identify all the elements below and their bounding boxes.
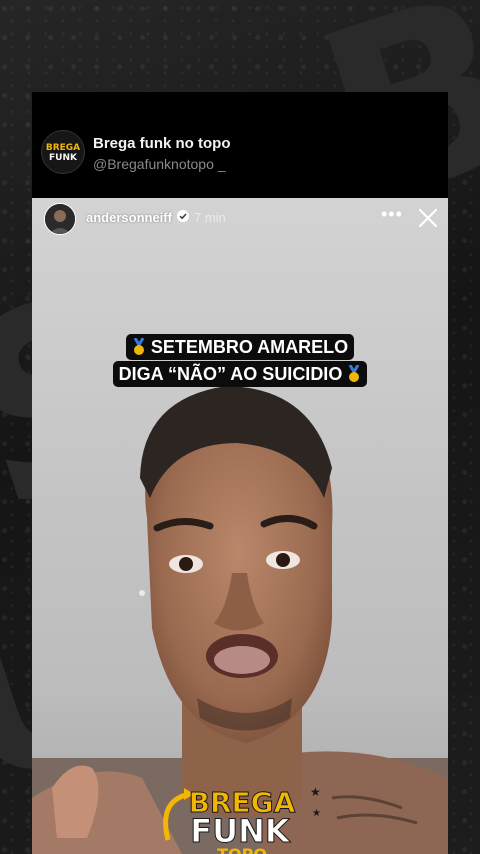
caption-line-1: SETEMBRO AMARELO: [32, 334, 448, 360]
caption-line-2: DIGA “NÃO” AO SUICIDIO: [32, 361, 448, 387]
verified-badge-icon: [177, 210, 189, 222]
story-username[interactable]: andersonneiff: [86, 210, 172, 225]
post-header: BREGA FUNK Brega funk no topo @Bregafunk…: [32, 92, 448, 198]
channel-name[interactable]: Brega funk no topo: [93, 135, 231, 152]
story-time: 7 min: [194, 210, 226, 225]
story-user-avatar[interactable]: [44, 203, 76, 235]
caption-text-2: DIGA “NÃO” AO SUICIDIO: [118, 364, 343, 384]
gold-medal-icon: [349, 365, 360, 382]
caption-text-1: SETEMBRO AMARELO: [150, 337, 349, 357]
channel-avatar-text-2: FUNK: [49, 153, 78, 163]
close-icon[interactable]: [416, 206, 440, 230]
story-viewer[interactable]: andersonneiff 7 min ••• SETEMBRO AMARELO…: [32, 198, 448, 854]
person-video-frame: [32, 386, 448, 854]
brega-funk-logo-icon: BREGA FUNK: [43, 132, 83, 172]
logo-line-3: TOPO: [217, 845, 267, 854]
logo-star-icon: ★: [310, 785, 321, 799]
channel-avatar[interactable]: BREGA FUNK: [41, 130, 85, 174]
more-options-icon[interactable]: •••: [381, 205, 402, 227]
gold-medal-icon: [133, 338, 145, 355]
channel-handle[interactable]: @Bregafunknotopo _: [93, 156, 226, 172]
brega-funk-watermark-logo: BREGA FUNK TOPO ★ ★: [163, 785, 321, 854]
channel-avatar-text-1: BREGA: [46, 143, 80, 153]
logo-star-icon: ★: [312, 808, 321, 819]
user-avatar-icon: [45, 204, 75, 234]
post-card: BREGA FUNK Brega funk no topo @Bregafunk…: [32, 92, 448, 854]
